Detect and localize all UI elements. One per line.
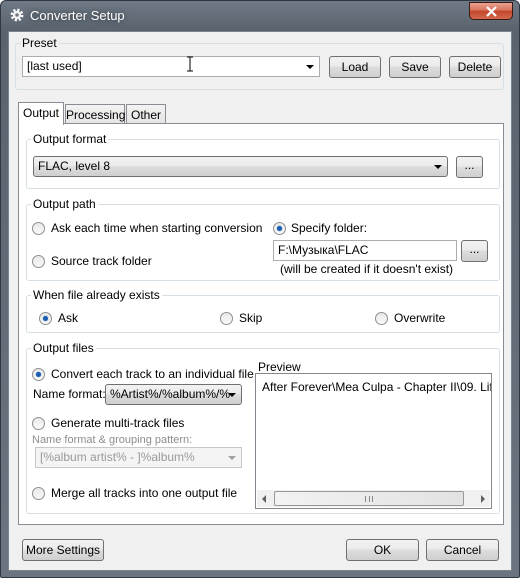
folder-hint: (will be created if it doesn't exist)	[280, 262, 454, 276]
scroll-right-icon[interactable]	[481, 495, 485, 503]
output-tab-panel: Output format FLAC, level 8 ... Output p…	[18, 123, 504, 525]
exists-overwrite-label[interactable]: Overwrite	[394, 311, 445, 325]
close-icon	[486, 6, 497, 17]
grouping-pattern-label: Name format & grouping pattern:	[32, 434, 193, 446]
specify-folder-radio[interactable]	[273, 222, 286, 235]
preset-label: Preset	[20, 36, 59, 50]
delete-button[interactable]: Delete	[449, 56, 501, 78]
exists-ask-radio[interactable]	[39, 312, 52, 325]
grouping-pattern-value: [%album artist% - ]%album%	[40, 450, 195, 464]
source-folder-label[interactable]: Source track folder	[51, 254, 152, 268]
tab-output[interactable]: Output	[18, 102, 64, 125]
text-cursor-icon	[186, 56, 194, 75]
file-exists-label: When file already exists	[31, 288, 162, 302]
chevron-down-icon	[434, 165, 442, 169]
output-format-group: Output format FLAC, level 8 ...	[26, 132, 500, 189]
gear-icon	[9, 7, 25, 23]
converter-setup-window: Converter Setup Preset [last used] Load …	[0, 0, 520, 578]
preset-combo[interactable]: [last used]	[22, 56, 320, 77]
window-title: Converter Setup	[30, 8, 125, 23]
output-files-label: Output files	[31, 341, 96, 355]
exists-overwrite-radio[interactable]	[375, 312, 388, 325]
preview-horizontal-scrollbar[interactable]	[257, 490, 490, 507]
save-button[interactable]: Save	[389, 56, 441, 78]
output-path-label: Output path	[31, 197, 98, 211]
folder-path-input[interactable]: F:\Музыка\FLAC	[273, 240, 457, 261]
grip-icon	[365, 496, 373, 502]
exists-ask-label[interactable]: Ask	[58, 311, 78, 325]
more-settings-button[interactable]: More Settings	[22, 539, 104, 561]
merge-radio[interactable]	[32, 487, 45, 500]
exists-skip-label[interactable]: Skip	[239, 311, 262, 325]
multitrack-label[interactable]: Generate multi-track files	[51, 416, 184, 430]
name-format-combo[interactable]: %Artist%/%album%/%	[105, 384, 242, 405]
grouping-pattern-combo[interactable]: [%album artist% - ]%album%	[35, 447, 242, 468]
folder-browse-button[interactable]: ...	[461, 240, 488, 262]
tab-processing[interactable]: Processing	[65, 104, 125, 125]
individual-file-radio[interactable]	[32, 368, 45, 381]
ask-each-time-label[interactable]: Ask each time when starting conversion	[51, 221, 262, 235]
individual-file-label[interactable]: Convert each track to an individual file	[51, 367, 254, 381]
output-path-group: Output path Ask each time when starting …	[26, 197, 500, 281]
output-format-browse-button[interactable]: ...	[456, 156, 483, 178]
chevron-down-icon	[228, 393, 236, 397]
exists-skip-radio[interactable]	[220, 312, 233, 325]
specify-folder-label[interactable]: Specify folder:	[291, 221, 367, 235]
chevron-down-icon	[228, 456, 236, 460]
name-format-label: Name format:	[33, 387, 106, 401]
name-format-value: %Artist%/%album%/%	[110, 387, 231, 401]
load-button[interactable]: Load	[329, 56, 381, 78]
output-format-combo[interactable]: FLAC, level 8	[33, 156, 448, 177]
ask-each-time-radio[interactable]	[32, 222, 45, 235]
output-format-value: FLAC, level 8	[38, 159, 111, 173]
cancel-button[interactable]: Cancel	[426, 539, 499, 561]
dialog-client-area: Preset [last used] Load Save Delete Outp…	[8, 31, 512, 571]
preset-value: [last used]	[27, 59, 82, 73]
merge-label[interactable]: Merge all tracks into one output file	[51, 486, 237, 500]
chevron-down-icon	[306, 65, 314, 69]
close-button[interactable]	[469, 2, 513, 20]
source-folder-radio[interactable]	[32, 255, 45, 268]
multitrack-radio[interactable]	[32, 417, 45, 430]
ok-button[interactable]: OK	[346, 539, 419, 561]
output-files-group: Output files Convert each track to an in…	[26, 341, 500, 514]
title-bar[interactable]: Converter Setup	[1, 1, 519, 31]
preview-text: After Forever\Mea Culpa - Chapter II\09.…	[262, 380, 492, 394]
preview-box[interactable]: After Forever\Mea Culpa - Chapter II\09.…	[255, 373, 492, 509]
scrollbar-thumb[interactable]	[274, 491, 464, 506]
output-format-label: Output format	[31, 132, 109, 146]
tab-other[interactable]: Other	[126, 104, 166, 125]
preset-group: Preset [last used] Load Save Delete	[15, 36, 504, 90]
scroll-left-icon[interactable]	[262, 495, 266, 503]
preview-label: Preview	[258, 360, 301, 374]
file-exists-group: When file already exists Ask Skip Overwr…	[26, 288, 500, 333]
